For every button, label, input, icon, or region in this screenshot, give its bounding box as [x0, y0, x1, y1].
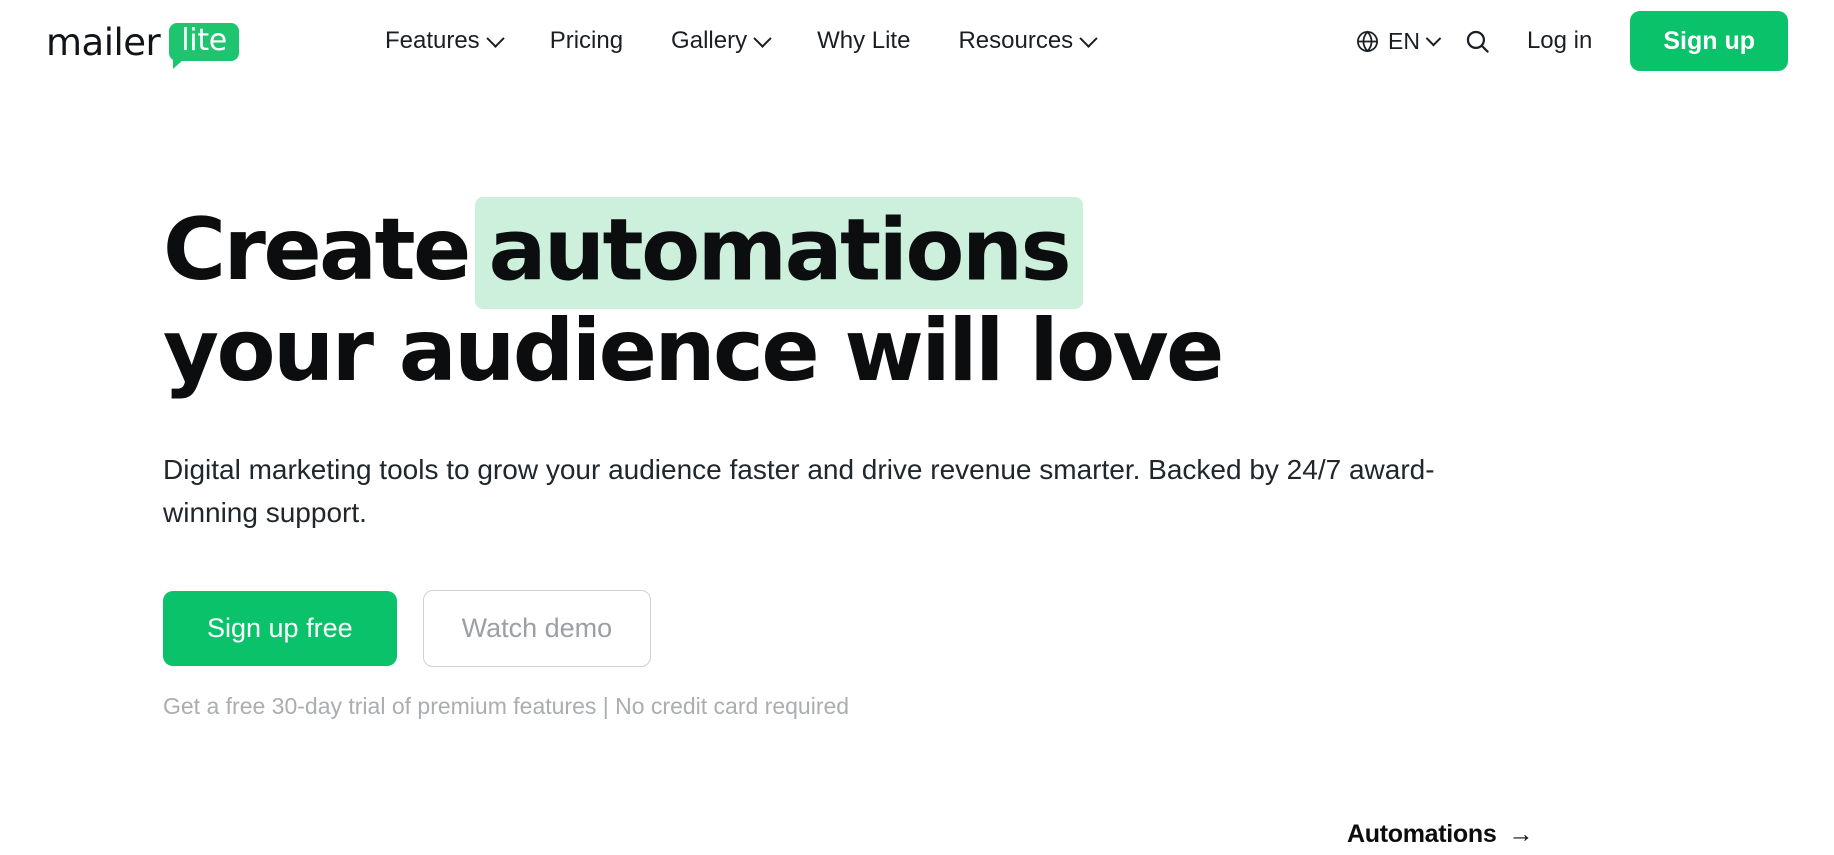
nav-item-resources[interactable]: Resources — [934, 17, 1119, 65]
feature-card-title: Automations — [1347, 820, 1497, 848]
signup-button[interactable]: Sign up — [1630, 10, 1788, 72]
logo-wordmark: mailer — [46, 20, 161, 64]
chevron-down-icon — [1079, 28, 1098, 48]
nav-item-label: Gallery — [671, 27, 748, 54]
language-selector[interactable]: EN — [1343, 20, 1451, 63]
feature-card-link[interactable]: Automations → — [1347, 820, 1747, 849]
mailerlite-logo[interactable]: mailer lite — [46, 20, 239, 69]
hero-section: Create automations your audience will lov… — [0, 82, 1834, 848]
primary-navigation: Features Pricing Gallery Why Lite Resour… — [361, 17, 1119, 65]
hero-cta-row: Sign up free Watch demo — [163, 590, 1834, 668]
signup-free-button[interactable]: Sign up free — [163, 591, 397, 667]
chevron-down-icon — [753, 28, 772, 48]
hero-headline: Create automations your audience will lov… — [163, 196, 1283, 401]
nav-item-why-lite[interactable]: Why Lite — [793, 17, 934, 65]
nav-item-features[interactable]: Features — [361, 17, 526, 65]
nav-item-label: Resources — [958, 27, 1074, 54]
nav-item-pricing[interactable]: Pricing — [526, 17, 647, 65]
language-label: EN — [1388, 27, 1420, 54]
globe-icon — [1357, 30, 1378, 52]
hero-fineprint: Get a free 30-day trial of premium featu… — [163, 693, 850, 720]
chevron-down-icon — [1425, 30, 1442, 46]
nav-item-label: Pricing — [549, 27, 624, 54]
login-link[interactable]: Log in — [1505, 17, 1614, 65]
headline-line1-prefix: Create — [163, 200, 471, 300]
nav-item-gallery[interactable]: Gallery — [647, 17, 793, 65]
search-button[interactable] — [1451, 17, 1505, 65]
headline-line2: your audience will love — [163, 300, 1224, 401]
search-icon — [1467, 30, 1490, 53]
logo-badge-text: lite — [181, 23, 227, 58]
headline-highlight: automations — [474, 196, 1083, 309]
nav-item-label: Why Lite — [817, 27, 911, 54]
watch-demo-button[interactable]: Watch demo — [422, 590, 652, 668]
logo-badge: lite — [169, 23, 239, 69]
feature-card-automations: Automations → Send perfectly-timed and t… — [1347, 820, 1747, 855]
arrow-right-icon: → — [1508, 820, 1534, 848]
site-header: mailer lite Features Pricing Gallery Why… — [0, 0, 1834, 82]
chevron-down-icon — [485, 28, 505, 48]
hero-subheadline: Digital marketing tools to grow your aud… — [163, 454, 1435, 528]
nav-item-label: Features — [384, 27, 480, 54]
header-actions: EN Log in Sign up — [1343, 10, 1788, 72]
